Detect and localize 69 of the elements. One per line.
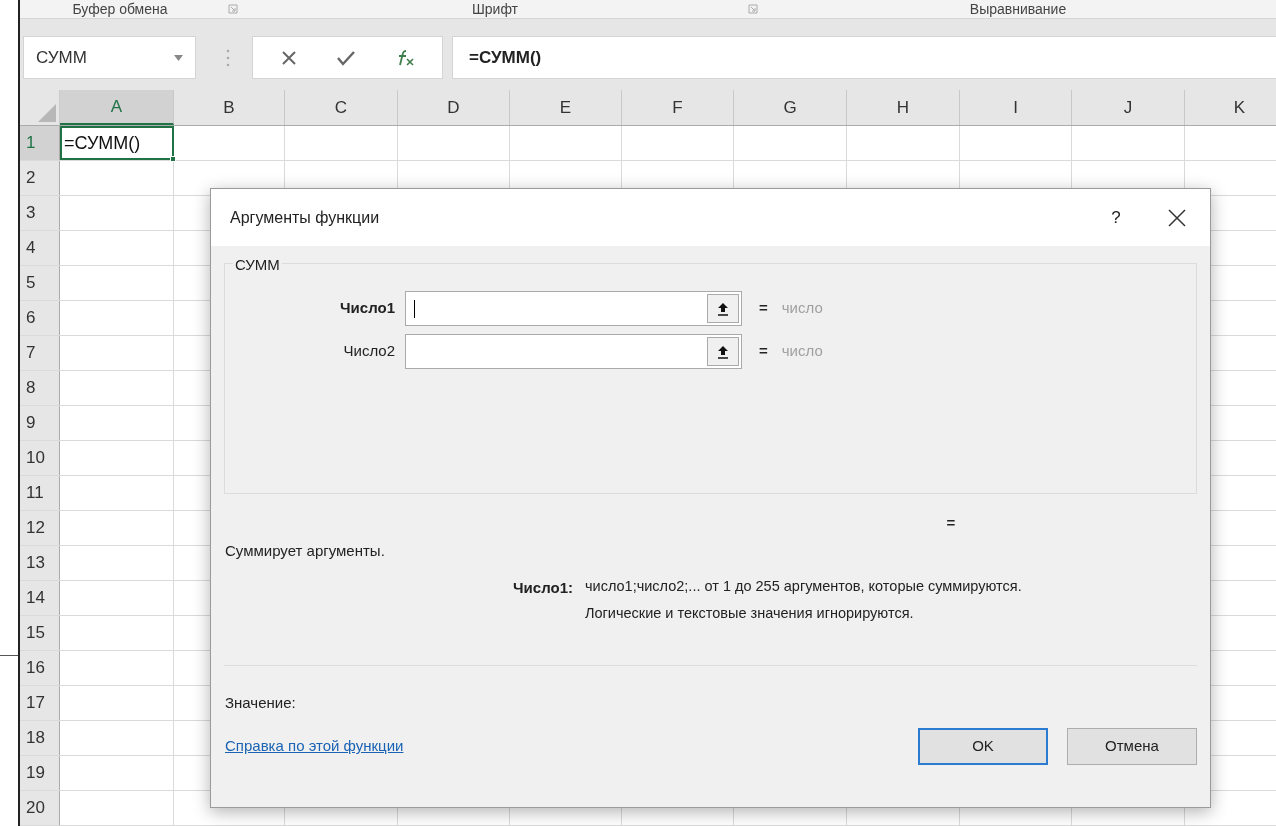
row-header[interactable]: 13 [20,546,60,580]
fill-handle[interactable] [170,156,176,162]
name-box[interactable]: СУММ [23,36,196,80]
argument-label: Число2 [342,341,396,362]
row-header[interactable]: 15 [20,616,60,650]
formula-field[interactable]: =СУММ() [452,36,1276,80]
collapse-dialog-button[interactable] [707,337,739,366]
result-equals-sign: = [945,512,957,533]
dropdown-caret-icon[interactable] [174,54,183,61]
cancel-icon[interactable] [280,49,297,66]
column-header[interactable]: J [1072,90,1185,125]
column-header[interactable]: H [847,90,960,125]
argument-help-text: число1;число2;... от 1 до 255 аргументов, которые суммируются. Логические и текстовые значения игнорируются. [585,576,1022,623]
upload-arrow-icon [717,301,729,316]
upload-arrow-icon [717,344,729,359]
selected-cell[interactable]: =СУММ() [60,126,174,160]
argument-result: число [781,298,823,319]
row-header[interactable]: 3 [20,196,60,230]
column-header[interactable]: C [285,90,398,125]
column-header[interactable]: E [510,90,622,125]
function-description: Суммирует аргументы. [225,541,386,561]
row-header[interactable]: 17 [20,686,60,720]
row-header[interactable]: 1 [20,126,60,160]
row-header[interactable]: 8 [20,371,60,405]
row-header[interactable]: 19 [20,756,60,790]
argument-label: Число1 [339,298,396,319]
row-header[interactable]: 20 [20,791,60,825]
row-header[interactable]: 7 [20,336,60,370]
column-header[interactable]: K [1185,90,1276,125]
equals-sign: = [759,298,768,319]
help-link[interactable]: Справка по этой функции [225,735,899,758]
drag-handle-icon[interactable] [226,49,230,68]
column-header[interactable]: A [60,90,174,125]
dialog-title: Аргументы функции [230,207,381,228]
leader-line [0,655,18,656]
column-header[interactable]: G [734,90,847,125]
dialog-launcher-icon[interactable] [748,4,758,15]
value-label: Значение: [225,692,297,713]
row-header[interactable]: 10 [20,441,60,475]
row-header[interactable]: 9 [20,406,60,440]
enter-check-icon[interactable] [335,49,356,66]
row-header[interactable]: 6 [20,301,60,335]
column-header[interactable]: D [398,90,510,125]
row-header[interactable]: 12 [20,511,60,545]
ribbon-group-label: Выравнивание [968,2,1068,17]
row-header[interactable]: 18 [20,721,60,755]
argument-help-label: Число1: [512,577,574,598]
argument-input-field[interactable] [405,334,742,369]
column-header[interactable]: I [960,90,1072,125]
row-header[interactable]: 14 [20,581,60,615]
row-header[interactable]: 11 [20,476,60,510]
equals-sign: = [759,341,768,362]
row-header[interactable]: 4 [20,231,60,265]
argument-result: число [781,341,823,362]
help-button[interactable]: ? [1104,204,1128,231]
column-header[interactable]: B [174,90,285,125]
close-icon[interactable] [1168,208,1186,227]
row-header[interactable]: 16 [20,651,60,685]
ribbon-group-label: Буфер обмена [71,2,169,17]
ok-button[interactable]: OK [918,728,1048,765]
column-header[interactable]: F [622,90,734,125]
row-header[interactable]: 2 [20,161,60,195]
collapse-dialog-button[interactable] [707,294,739,323]
argument-input-field[interactable] [405,291,742,326]
text-caret [414,299,415,318]
row-header[interactable]: 5 [20,266,60,300]
dialog-launcher-icon[interactable] [228,4,238,15]
cancel-button[interactable]: Отмена [1067,728,1197,765]
ribbon-group-label: Шрифт [470,2,520,17]
